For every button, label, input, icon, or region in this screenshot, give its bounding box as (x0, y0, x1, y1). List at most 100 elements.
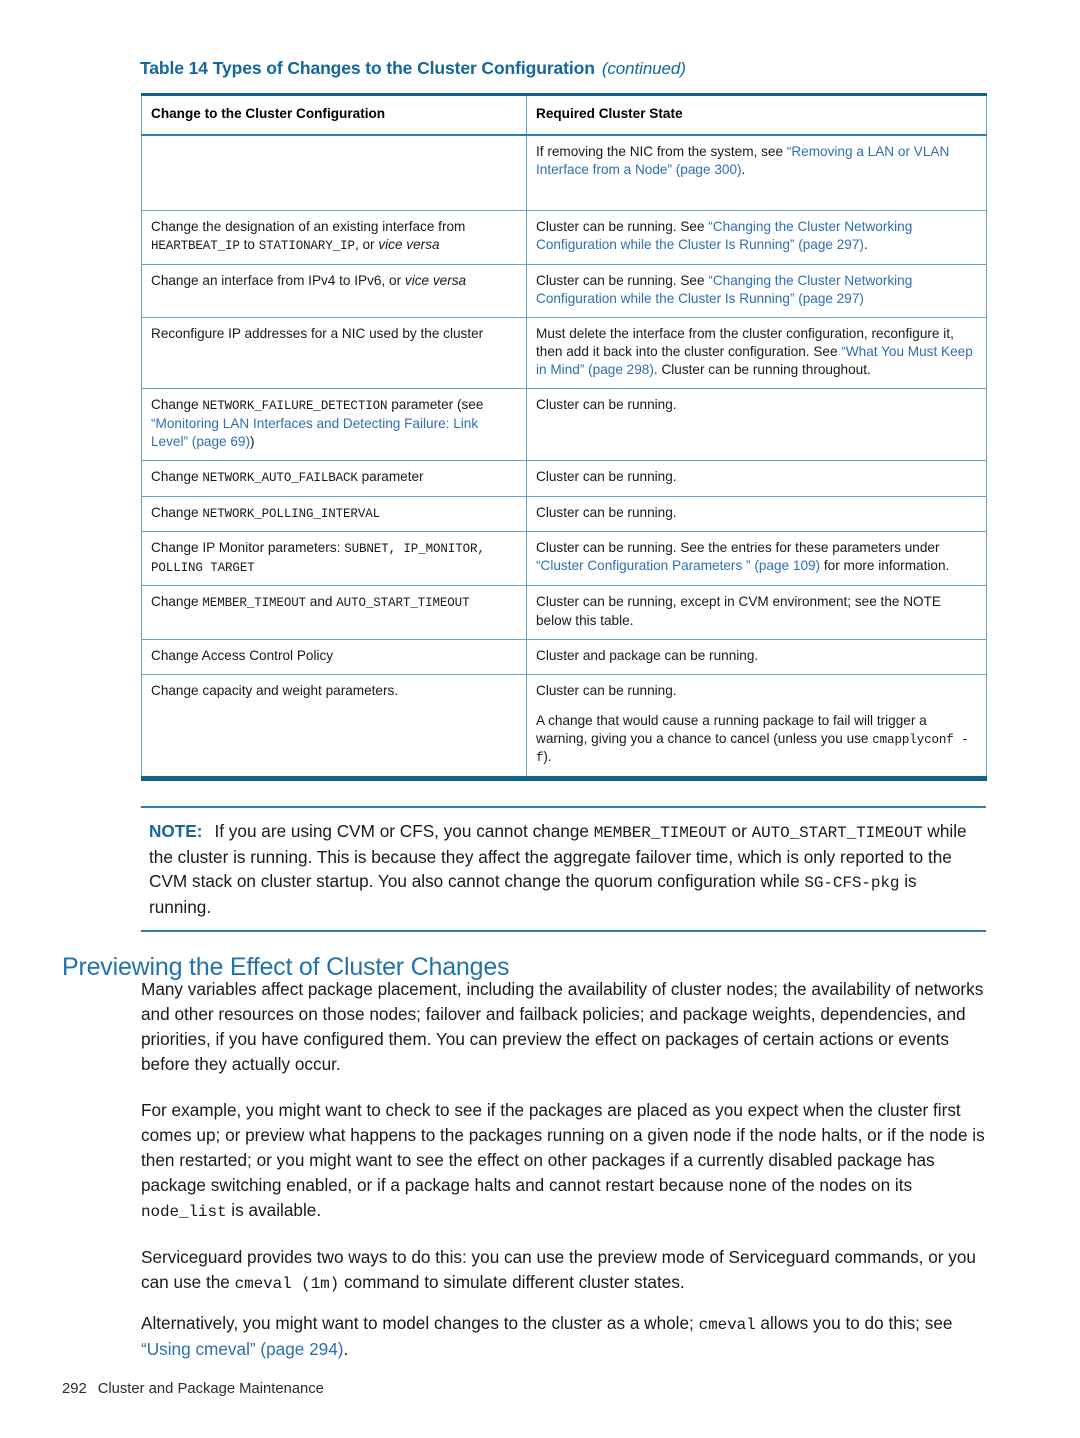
table-row: Change MEMBER_TIMEOUT and AUTO_START_TIM… (141, 585, 987, 640)
cluster-configuration-changes-table: Change to the Cluster Configuration Requ… (141, 93, 987, 782)
paragraph-3-tail: command to simulate different cluster st… (339, 1272, 685, 1293)
state-lead-text: If removing the NIC from the system, see (536, 144, 787, 160)
change-lead-text: Change IP Monitor parameters: (151, 540, 345, 556)
parameter-name-network-polling-interval: NETWORK_POLLING_INTERVAL (202, 506, 381, 521)
parameter-name-heartbeat-ip: HEARTBEAT_IP (151, 239, 240, 254)
state-para2-tail: ). (543, 749, 552, 765)
cell-change: Change NETWORK_FAILURE_DETECTION paramet… (141, 388, 527, 461)
cell-state: Cluster can be running. See “Changing th… (526, 210, 987, 265)
cell-change: Change NETWORK_AUTO_FAILBACK parameter (141, 459, 527, 497)
page-footer: 292 Cluster and Package Maintenance (62, 1381, 324, 1397)
table-row: Reconfigure IP addresses for a NIC used … (141, 316, 987, 390)
cell-change: Change Access Control Policy (141, 638, 527, 675)
cell-change: Change the designation of an existing in… (141, 210, 527, 265)
table-caption-main: Table 14 Types of Changes to the Cluster… (140, 58, 595, 78)
cell-state: Cluster can be running. See “Changing th… (526, 263, 987, 318)
cell-change: Reconfigure IP addresses for a NIC used … (141, 316, 527, 390)
table-row: Change IP Monitor parameters: SUBNET, IP… (141, 531, 987, 587)
cell-state: Cluster can be running. A change that wo… (526, 673, 987, 780)
cell-change: Change an interface from IPv4 to IPv6, o… (141, 263, 527, 318)
state-lead-text: Cluster can be running. See the entries … (536, 540, 940, 556)
change-tail-text: ) (250, 433, 255, 449)
state-paragraph-1: Cluster can be running. (536, 682, 677, 698)
parameter-name-network-auto-failback: NETWORK_AUTO_FAILBACK (202, 470, 358, 485)
table-row: Change an interface from IPv4 to IPv6, o… (141, 263, 987, 318)
command-cmeval: cmeval (698, 1315, 756, 1334)
change-mid-text: and (306, 594, 337, 610)
cell-state: Cluster can be running. (526, 459, 987, 497)
parameter-name-auto-start-timeout: AUTO_START_TIMEOUT (336, 596, 470, 611)
state-tail-text: . (863, 237, 868, 253)
change-lead-text: Change (151, 397, 203, 413)
change-lead-text: Change an interface from IPv4 to IPv6, o… (151, 272, 405, 288)
command-cmeval-1m: cmeval (1m) (234, 1275, 340, 1294)
body-content: Many variables affect package placement,… (141, 977, 989, 1383)
parameter-name-member-timeout: MEMBER_TIMEOUT (593, 824, 727, 842)
state-tail-text: . Cluster can be running throughout. (653, 362, 871, 378)
parameter-name-auto-start-timeout: AUTO_START_TIMEOUT (751, 824, 923, 842)
note-admonition: NOTE: If you are using CVM or CFS, you ca… (141, 806, 986, 933)
paragraph-1: Many variables affect package placement,… (141, 979, 984, 1075)
note-lead-text: If you are using CVM or CFS, you cannot … (214, 821, 594, 841)
change-tail-text: , or (354, 237, 379, 253)
state-tail-text: . (741, 162, 746, 178)
package-name-sg-cfs-pkg: SG-CFS-pkg (804, 874, 900, 893)
parameter-name-network-failure-detection: NETWORK_FAILURE_DETECTION (202, 399, 388, 414)
paragraph-2-lead: For example, you might want to check to … (141, 1100, 985, 1196)
cell-state: Cluster can be running, except in CVM en… (526, 585, 987, 640)
parameter-name-node-list: node_list (141, 1203, 227, 1222)
table-row: Change NETWORK_AUTO_FAILBACK parameter C… (141, 459, 987, 497)
table-row: Change capacity and weight parameters. C… (141, 673, 987, 780)
document-page: Table 14 Types of Changes to the Cluster… (0, 0, 1080, 1438)
state-tail-text: for more information. (820, 558, 950, 574)
cross-reference-link[interactable]: “Using cmeval” (page 294) (141, 1339, 344, 1359)
change-italic-text: vice versa (404, 272, 467, 288)
paragraph-2-tail: is available. (226, 1200, 322, 1221)
paragraph-4-tail: . (343, 1338, 349, 1359)
cell-state: Cluster can be running. (526, 495, 987, 533)
footer-page-number: 292 (62, 1381, 87, 1397)
column-header-state: Required Cluster State (526, 94, 987, 137)
change-italic-text: vice versa (378, 237, 440, 253)
cell-state: Must delete the interface from the clust… (526, 316, 987, 390)
table-row: Change the designation of an existing in… (141, 210, 987, 265)
change-lead-text: Change (151, 594, 203, 610)
change-lead-text: Change (151, 504, 203, 520)
change-mid-text: to (239, 237, 259, 253)
note-mid-1: or (726, 821, 752, 841)
change-mid-text: parameter (357, 468, 424, 484)
footer-chapter-title: Cluster and Package Maintenance (97, 1381, 324, 1397)
cell-state: Cluster can be running. See the entries … (526, 531, 987, 587)
table-row: Change Access Control Policy Cluster and… (141, 638, 987, 675)
state-lead-text: Cluster can be running. See (536, 219, 709, 235)
paragraph-4-mid: allows you to do this; see (755, 1312, 953, 1333)
note-label: NOTE: (149, 821, 203, 841)
table-header-row: Change to the Cluster Configuration Requ… (141, 94, 987, 137)
table-row: Change NETWORK_POLLING_INTERVAL Cluster … (141, 495, 987, 533)
cell-change (141, 134, 527, 212)
cell-change: Change MEMBER_TIMEOUT and AUTO_START_TIM… (141, 585, 527, 640)
cell-change: Change IP Monitor parameters: SUBNET, IP… (141, 531, 527, 587)
change-mid-text: parameter (see (387, 397, 484, 413)
note-text: NOTE: If you are using CVM or CFS, you ca… (141, 819, 986, 919)
change-lead-text: Change the designation of an existing in… (151, 219, 466, 235)
parameter-name-member-timeout: MEMBER_TIMEOUT (202, 596, 307, 611)
table-row: Change NETWORK_FAILURE_DETECTION paramet… (141, 388, 987, 461)
table-caption: Table 14 Types of Changes to the Cluster… (140, 58, 1000, 79)
cross-reference-link[interactable]: “Cluster Configuration Parameters ” (pag… (536, 558, 820, 573)
change-lead-text: Change (151, 468, 203, 484)
state-paragraph-2: A change that would cause a running pack… (536, 712, 977, 767)
cell-state: Cluster and package can be running. (526, 638, 987, 675)
paragraph-4: Alternatively, you might want to model c… (141, 1311, 989, 1362)
table-caption-continued: (continued) (601, 59, 686, 78)
state-lead-text: Cluster can be running. See (536, 272, 709, 288)
cross-reference-link[interactable]: “Monitoring LAN Interfaces and Detecting… (151, 416, 478, 449)
state-para2-lead: A change that would cause a running pack… (536, 712, 927, 746)
table-row: If removing the NIC from the system, see… (141, 134, 987, 212)
paragraph-3: Serviceguard provides two ways to do thi… (141, 1245, 989, 1296)
cell-change: Change capacity and weight parameters. (141, 673, 527, 780)
column-header-change: Change to the Cluster Configuration (141, 94, 527, 137)
paragraph-4-lead: Alternatively, you might want to model c… (141, 1312, 699, 1333)
cell-change: Change NETWORK_POLLING_INTERVAL (141, 495, 527, 533)
parameter-name-stationary-ip: STATIONARY_IP (258, 239, 355, 254)
